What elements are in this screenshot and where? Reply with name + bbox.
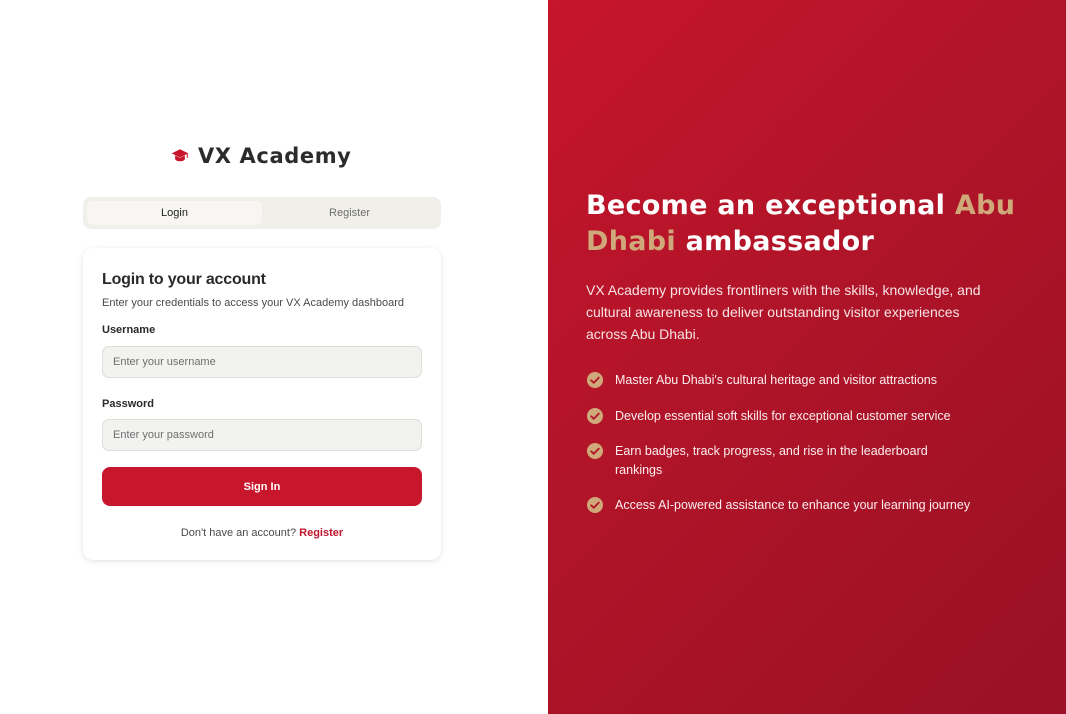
check-circle-icon <box>586 496 604 514</box>
feature-text: Access AI-powered assistance to enhance … <box>615 498 971 512</box>
card-subtitle: Enter your credentials to access your VX… <box>102 297 405 309</box>
feature-item: Master Abu Dhabi's cultural heritage and… <box>586 371 937 390</box>
login-card: Login to your account Enter your credent… <box>83 248 441 560</box>
feature-text: Earn badges, track progress, and rise in… <box>615 444 928 477</box>
graduation-cap-icon <box>170 146 190 166</box>
username-input[interactable] <box>102 346 422 378</box>
check-circle-icon <box>586 371 604 389</box>
card-title: Login to your account <box>102 271 266 288</box>
register-link[interactable]: Register <box>299 527 343 539</box>
register-prompt: Don't have an account? Register <box>83 527 441 539</box>
password-input[interactable] <box>102 419 422 451</box>
headline-start: Become an exceptional <box>586 190 955 221</box>
headline-end: ambassador <box>675 226 875 257</box>
feature-item: Access AI-powered assistance to enhance … <box>586 496 970 515</box>
tab-register[interactable]: Register <box>262 201 437 225</box>
feature-text: Develop essential soft skills for except… <box>615 409 951 423</box>
feature-item: Develop essential soft skills for except… <box>586 407 951 426</box>
sign-in-button[interactable]: Sign In <box>102 467 422 506</box>
feature-text: Master Abu Dhabi's cultural heritage and… <box>615 373 937 387</box>
login-panel: VX Academy Login Register Login to your … <box>0 0 548 714</box>
auth-tabs: Login Register <box>83 197 441 229</box>
username-label: Username <box>102 324 156 336</box>
hero-headline: Become an exceptional Abu Dhabi ambassad… <box>586 188 1026 260</box>
check-circle-icon <box>586 442 604 460</box>
password-label: Password <box>102 398 154 410</box>
hero-panel: Become an exceptional Abu Dhabi ambassad… <box>548 0 1066 714</box>
feature-item: Earn badges, track progress, and rise in… <box>586 442 966 480</box>
brand-logo: VX Academy <box>170 144 351 168</box>
register-prompt-text: Don't have an account? <box>180 527 297 539</box>
check-circle-icon <box>586 407 604 425</box>
tab-login[interactable]: Login <box>87 201 262 225</box>
hero-description: VX Academy provides frontliners with the… <box>586 282 981 342</box>
brand-name: VX Academy <box>198 144 352 168</box>
